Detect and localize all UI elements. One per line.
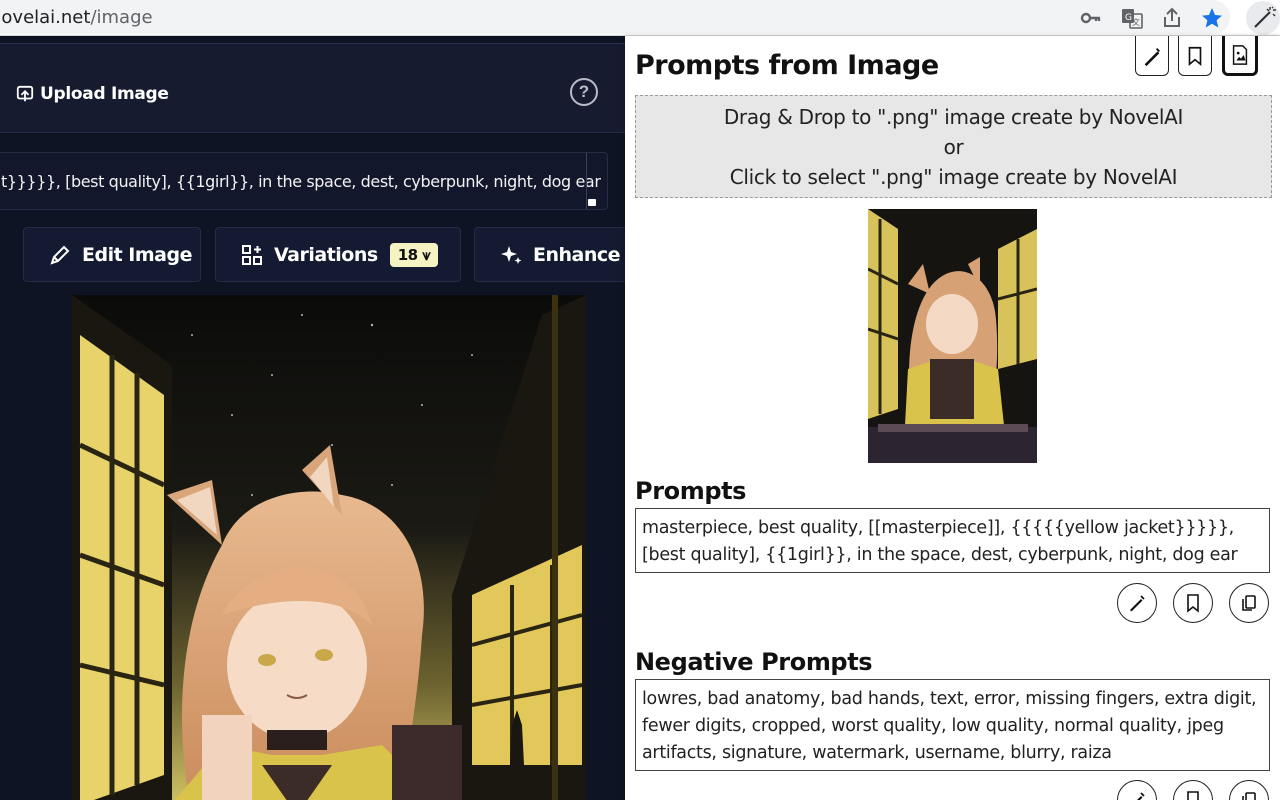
- bookmark-star-icon[interactable]: [1200, 6, 1224, 30]
- variations-label: Variations: [274, 243, 378, 266]
- edit-image-label: Edit Image: [82, 243, 192, 266]
- pen-icon: [1137, 792, 1145, 800]
- pencil-icon: [50, 245, 70, 265]
- svg-text:文: 文: [1132, 17, 1140, 27]
- url-host: novelai.net: [0, 7, 91, 28]
- negative-prompts-textbox[interactable]: lowres, bad anatomy, bad hands, text, er…: [635, 679, 1270, 771]
- bookmark-icon: [1187, 791, 1199, 800]
- prompts-textbox[interactable]: masterpiece, best quality, [[masterpiece…: [635, 508, 1270, 573]
- image-file-icon: [1232, 44, 1248, 65]
- prompt-input[interactable]: t}}}}}, [best quality], {{1girl}}, in th…: [0, 152, 608, 210]
- edit-image-button[interactable]: Edit Image: [23, 227, 201, 282]
- upload-image-button[interactable]: Upload Image: [16, 82, 169, 106]
- url-path: /image: [90, 7, 153, 28]
- svg-text:G: G: [1125, 13, 1132, 23]
- translate-icon[interactable]: G文: [1120, 6, 1144, 30]
- pen-icon: [1130, 595, 1145, 612]
- address-bar[interactable]: novelai.net/image: [0, 0, 1230, 34]
- generated-image[interactable]: [72, 295, 586, 800]
- upload-icon: [16, 85, 34, 102]
- upload-image-label: Upload Image: [40, 84, 169, 104]
- bookmark-icon: [1188, 46, 1202, 66]
- novelai-app: Upload Image ? t}}}}}, [best quality], {…: [0, 36, 625, 800]
- prompts-title: Prompts: [635, 477, 747, 505]
- enhance-label: Enhance: [533, 243, 621, 266]
- browser-toolbar: novelai.net/image G文: [0, 0, 1280, 36]
- edit-tab-button[interactable]: [1135, 36, 1169, 76]
- dropzone-line-2: or: [943, 134, 964, 159]
- copy-icon: [1242, 595, 1256, 611]
- anlas-cost: 18: [397, 245, 418, 264]
- prompts-copy-button[interactable]: [1229, 583, 1269, 623]
- extension-wand-icon: [1254, 6, 1276, 28]
- dropzone-line-3: Click to select ".png" image create by N…: [729, 164, 1178, 189]
- image-tab-button[interactable]: [1222, 36, 1258, 76]
- prompts-edit-button[interactable]: [1117, 583, 1157, 623]
- enhance-button[interactable]: Enhance: [474, 227, 625, 282]
- bookmark-tab-button[interactable]: [1178, 36, 1212, 76]
- anlas-icon: ⩛: [422, 245, 431, 264]
- url-text[interactable]: novelai.net/image: [0, 7, 153, 28]
- pen-icon: [1144, 47, 1160, 66]
- app-header: Upload Image ?: [0, 43, 625, 133]
- resize-handle[interactable]: [588, 199, 596, 206]
- uploaded-image-thumbnail: [868, 209, 1037, 463]
- prompts-from-image-panel: Prompts from Image Drag & Drop to ".png"…: [625, 36, 1280, 800]
- dropzone-line-1: Drag & Drop to ".png" image create by No…: [723, 104, 1184, 129]
- negative-edit-button[interactable]: [1117, 780, 1157, 800]
- extension-button[interactable]: [1246, 1, 1280, 35]
- variations-icon: [242, 244, 262, 265]
- bookmark-icon: [1187, 594, 1199, 613]
- help-label: ?: [578, 82, 590, 101]
- anlas-cost-badge: 18 ⩛: [389, 242, 439, 267]
- variations-button[interactable]: Variations 18 ⩛: [215, 227, 461, 282]
- help-icon[interactable]: ?: [570, 78, 598, 106]
- sparkle-icon: [501, 245, 522, 264]
- share-icon[interactable]: [1160, 6, 1184, 30]
- prompt-text: t}}}}}, [best quality], {{1girl}}, in th…: [1, 172, 601, 191]
- panel-title: Prompts from Image: [635, 50, 939, 81]
- prompts-bookmark-button[interactable]: [1173, 583, 1213, 623]
- copy-icon: [1242, 792, 1256, 800]
- negative-copy-button[interactable]: [1229, 780, 1269, 800]
- image-dropzone[interactable]: Drag & Drop to ".png" image create by No…: [635, 95, 1272, 198]
- negative-prompts-title: Negative Prompts: [635, 648, 873, 676]
- key-icon[interactable]: [1079, 6, 1103, 30]
- negative-bookmark-button[interactable]: [1173, 780, 1213, 800]
